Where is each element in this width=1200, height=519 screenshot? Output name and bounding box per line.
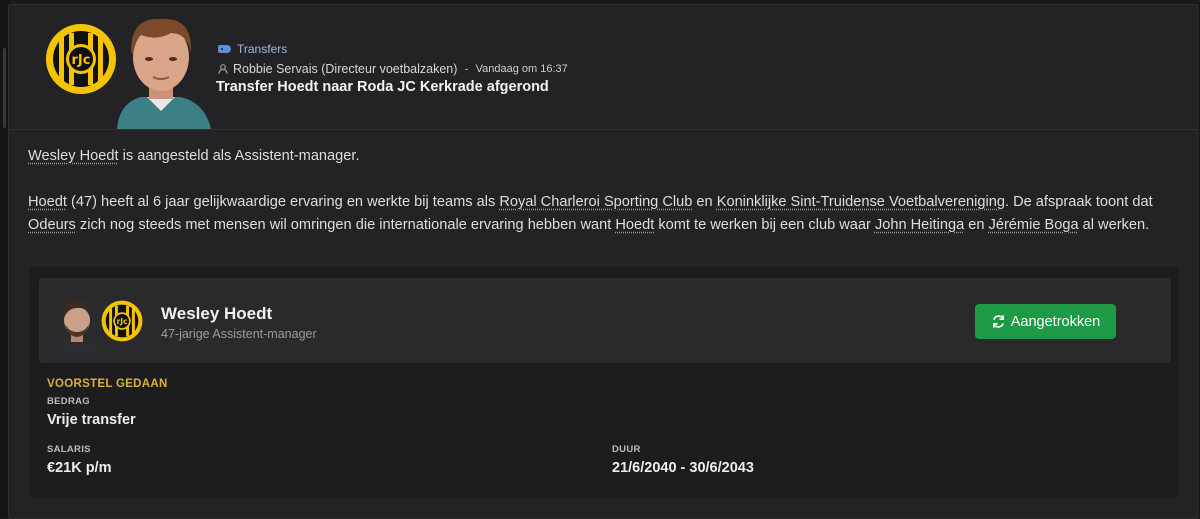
- salary-value: €21K p/m: [47, 460, 112, 476]
- body-text-segment: en: [964, 217, 989, 233]
- body-link[interactable]: Jérémie Boga: [989, 217, 1079, 233]
- category-link[interactable]: Transfers: [218, 42, 287, 56]
- staff-role: 47-jarige Assistent-manager: [161, 327, 317, 341]
- message-time: Vandaag om 16:37: [475, 63, 568, 75]
- staff-photo: [55, 300, 99, 358]
- body-text-segment: is aangesteld als Assistent-manager.: [118, 148, 360, 164]
- body-link[interactable]: Wesley Hoedt: [28, 148, 119, 164]
- refresh-icon: [992, 315, 1004, 328]
- message-header: rJc Transfers Robbie Servais (Directeur …: [9, 5, 1197, 130]
- sender-line: Robbie Servais (Directeur voetbalzaken) …: [218, 62, 568, 76]
- body-link[interactable]: Koninklijke Sint-Truidense Voetbalvereni…: [717, 194, 1005, 210]
- body-paragraph-1: Wesley Hoedt is aangesteld als Assistent…: [28, 145, 1178, 168]
- tag-icon: [218, 45, 231, 53]
- transfer-card: rJc Wesley Hoedt 47-jarige Assistent-man…: [29, 267, 1179, 497]
- body-link[interactable]: Hoedt: [615, 217, 654, 233]
- body-text-segment: . De afspraak toont dat: [1004, 194, 1153, 210]
- svg-text:rJc: rJc: [116, 317, 127, 326]
- svg-text:rJc: rJc: [72, 53, 91, 68]
- message-panel: rJc Transfers Robbie Servais (Directeur …: [8, 4, 1198, 519]
- aangetrokken-button[interactable]: Aangetrokken: [975, 304, 1116, 339]
- message-body: Wesley Hoedt is aangesteld als Assistent…: [28, 145, 1178, 260]
- body-text-segment: al werken.: [1078, 217, 1150, 233]
- staff-summary: rJc Wesley Hoedt 47-jarige Assistent-man…: [39, 278, 1171, 363]
- salary-label: SALARIS: [47, 444, 91, 455]
- body-text-segment: (47) heeft al 6 jaar gelijkwaardige erva…: [66, 194, 500, 210]
- fee-label: BEDRAG: [47, 396, 90, 407]
- body-text-segment: en: [692, 194, 717, 210]
- fee-value: Vrije transfer: [47, 412, 136, 428]
- person-icon: [218, 64, 228, 74]
- body-link[interactable]: John Heitinga: [875, 217, 964, 233]
- status-button-label: Aangetrokken: [1010, 313, 1101, 330]
- body-link[interactable]: Hoedt: [28, 194, 67, 210]
- duration-value: 21/6/2040 - 30/6/2043: [612, 460, 754, 476]
- message-subject: Transfer Hoedt naar Roda JC Kerkrade afg…: [216, 79, 549, 95]
- scrollbar[interactable]: [3, 48, 6, 128]
- staff-club-logo: rJc: [101, 300, 143, 342]
- body-link[interactable]: Odeurs: [28, 217, 76, 233]
- separator: -: [464, 62, 469, 76]
- category-label: Transfers: [237, 42, 288, 56]
- sender-photo: [117, 18, 211, 129]
- staff-name[interactable]: Wesley Hoedt: [161, 304, 272, 324]
- sender-avatar-group: rJc: [45, 11, 215, 129]
- offer-status: VOORSTEL GEDAAN: [47, 378, 168, 390]
- body-text-segment: komt te werken bij een club waar: [654, 217, 875, 233]
- sender-name[interactable]: Robbie Servais (Directeur voetbalzaken): [233, 62, 457, 76]
- body-link[interactable]: Royal Charleroi Sporting Club: [499, 194, 692, 210]
- body-paragraph-2: Hoedt (47) heeft al 6 jaar gelijkwaardig…: [28, 191, 1178, 237]
- body-text-segment: zich nog steeds met mensen wil omringen …: [75, 217, 616, 233]
- duration-label: DUUR: [612, 444, 641, 455]
